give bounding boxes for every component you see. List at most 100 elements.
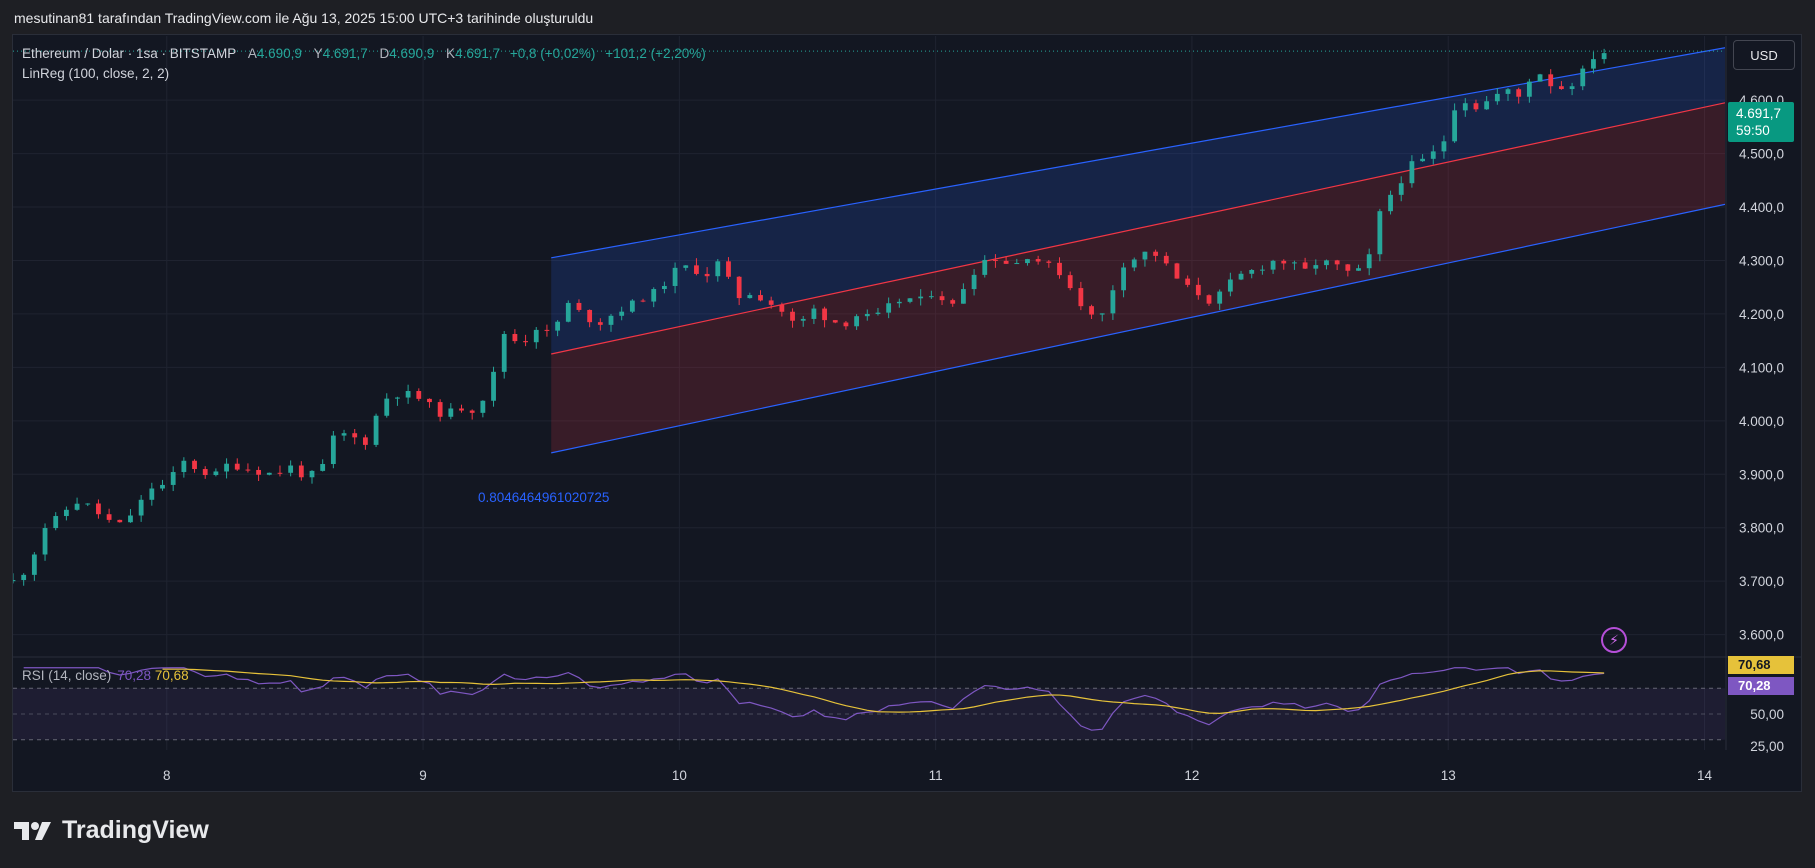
candle-up [128, 515, 133, 523]
candle-down [1185, 278, 1191, 285]
candle-down [694, 265, 699, 274]
candle-up [384, 398, 390, 416]
candle-up [1238, 273, 1244, 280]
candle-down [192, 460, 197, 470]
candle-down [1163, 255, 1169, 264]
candle-down [1174, 263, 1180, 279]
candle-up [800, 318, 806, 321]
candle-down [950, 300, 956, 304]
candle-up [651, 289, 657, 302]
candle-down [1302, 262, 1308, 269]
candle-down [1089, 306, 1094, 315]
candle-up [85, 503, 91, 505]
candle-up [1430, 151, 1436, 159]
candle-down [939, 296, 945, 301]
rsi-legend[interactable]: RSI (14, close) 70,28 70,68 [22, 668, 189, 683]
candle-down [427, 398, 432, 403]
candle-down [640, 300, 646, 302]
rsi-ma-badge: 70,68 [1728, 656, 1794, 674]
candle-up [74, 503, 80, 510]
candle-down [512, 334, 518, 342]
candle-down [298, 465, 304, 478]
currency-button[interactable]: USD [1733, 40, 1795, 70]
candle-up [1110, 290, 1116, 314]
candle-up [1121, 267, 1126, 291]
linreg-channel [551, 47, 1725, 454]
candle-up [1580, 68, 1586, 87]
candle-up [1270, 260, 1276, 270]
candle-down [704, 273, 710, 277]
lightning-icon[interactable]: ⚡ [1601, 627, 1627, 653]
candle-up [1249, 269, 1255, 274]
candle-up [1537, 74, 1543, 82]
price-tick-label: 4.200,0 [1739, 307, 1784, 322]
low-label: D [379, 46, 390, 61]
time-tick-label: 14 [1697, 768, 1713, 783]
rsi-tick-label: 25,00 [1750, 739, 1784, 754]
rsi-badge: 70,28 [1728, 677, 1794, 695]
tradingview-logo: TradingView [14, 816, 209, 845]
candle-up [971, 274, 977, 290]
candle-up [1452, 110, 1458, 142]
rsi-value: 70,28 [117, 668, 152, 683]
candle-up [1366, 254, 1372, 269]
last-price: 4.691,7 [1736, 106, 1782, 121]
candle-down [1067, 275, 1073, 289]
candle-down [437, 402, 443, 417]
candle-up [811, 308, 817, 319]
candle-up [619, 311, 625, 316]
candle-up [1377, 211, 1383, 255]
bar-countdown: 59:50 [1736, 123, 1770, 138]
candle-up [661, 285, 667, 290]
candle-down [1334, 260, 1340, 265]
candle-up [330, 435, 336, 465]
candle-up [42, 528, 48, 555]
candle-up [501, 334, 507, 372]
symbol-title: Ethereum / Dolar · 1sa · BITSTAMP [22, 46, 237, 61]
candle-up [341, 433, 347, 436]
candle-up [982, 259, 988, 275]
candle-up [1313, 265, 1319, 269]
linreg-coefficient-label: 0.8046464961020725 [478, 490, 609, 505]
candle-up [1099, 313, 1105, 315]
rsi-tick-label: 50,00 [1750, 707, 1784, 722]
time-tick-label: 10 [672, 768, 687, 783]
candle-down [256, 469, 262, 475]
candle-down [1281, 260, 1287, 264]
time-tick-label: 9 [419, 768, 427, 783]
candle-up [1494, 93, 1500, 102]
candle-down [245, 469, 251, 471]
candle-up [480, 400, 486, 413]
indicator-legend[interactable]: LinReg (100, close, 2, 2) [22, 66, 169, 81]
candle-up [1260, 269, 1265, 271]
candle-up [907, 298, 913, 302]
candle-up [320, 464, 326, 471]
rsi-title: RSI (14, close) [22, 668, 112, 683]
candle-up [448, 408, 454, 417]
candle-up [309, 470, 315, 478]
candle-down [544, 329, 550, 331]
candle-up [629, 300, 635, 312]
symbol-legend[interactable]: Ethereum / Dolar · 1sa · BITSTAMP A4.690… [22, 46, 706, 61]
time-axis[interactable]: 8 9 10 11 12 13 14 [163, 768, 1712, 783]
candle-down [790, 311, 795, 321]
rsi-pane [13, 667, 1725, 741]
close-label: K [446, 46, 456, 61]
close-value: 4.691,7 [455, 46, 501, 61]
candle-down [523, 341, 528, 343]
candle-up [565, 302, 571, 322]
candle-down [736, 276, 742, 299]
price-tick-label: 4.500,0 [1739, 147, 1784, 162]
candle-down [1559, 86, 1564, 90]
candle-up [491, 371, 496, 401]
rsi-ma-value: 70,68 [154, 668, 189, 683]
candle-up [1324, 260, 1329, 266]
candle-up [395, 397, 400, 399]
candle-up [672, 267, 678, 286]
price-chart[interactable]: 3.600,0 3.700,0 3.800,0 3.900,0 4.000,0 4.100… [0, 0, 1815, 868]
brand-name: TradingView [62, 816, 209, 844]
candle-down [822, 308, 827, 321]
candle-up [224, 463, 229, 472]
price-axis[interactable]: 3.600,0 3.700,0 3.800,0 3.900,0 4.000,0 4.100… [1739, 93, 1784, 754]
candle-down [779, 304, 785, 312]
